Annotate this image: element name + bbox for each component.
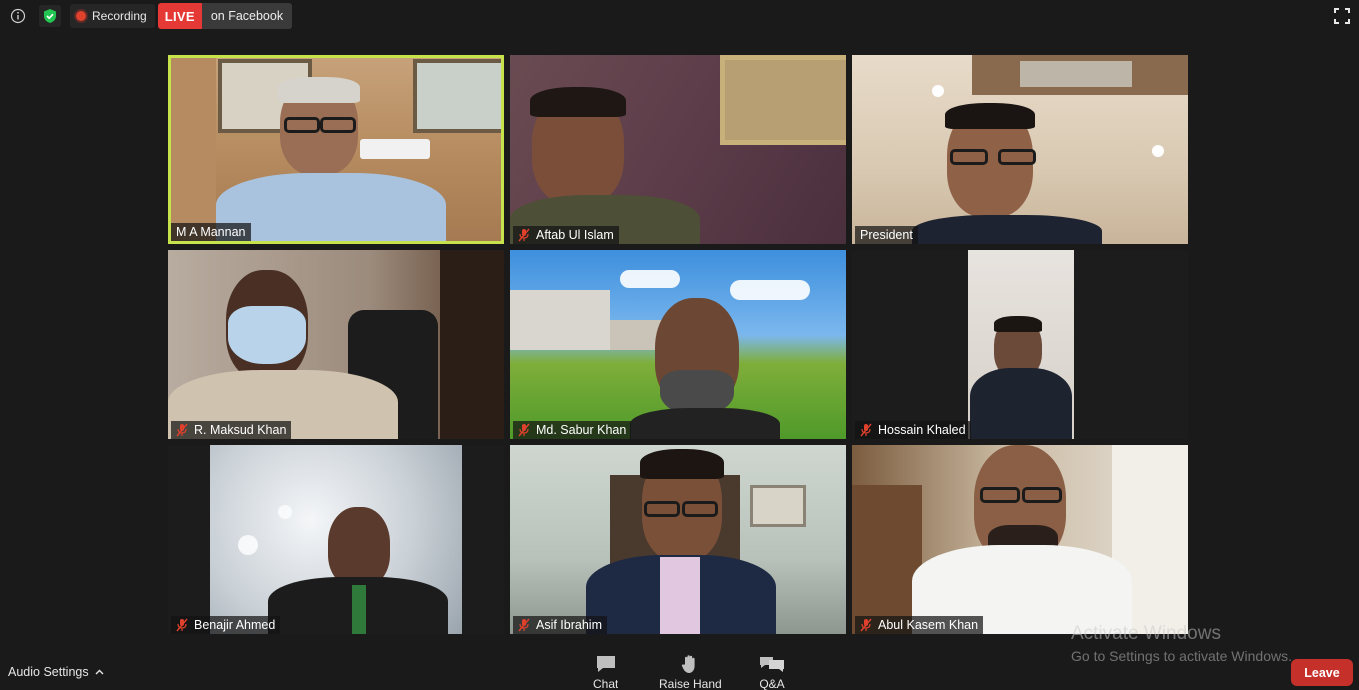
hand-icon xyxy=(682,655,695,673)
chevron-up-icon xyxy=(95,669,104,675)
participant-name: Aftab Ul Islam xyxy=(536,228,614,242)
muted-mic-icon xyxy=(176,618,188,632)
participant-name: M A Mannan xyxy=(176,225,246,239)
live-target: on Facebook xyxy=(201,3,293,29)
video-tile[interactable]: Benajir Ahmed xyxy=(168,445,504,634)
info-icon[interactable] xyxy=(8,6,28,26)
participant-video xyxy=(168,55,504,244)
recording-label: Recording xyxy=(92,9,147,23)
live-stream-indicator[interactable]: LIVE on Facebook xyxy=(157,3,293,29)
muted-mic-icon xyxy=(176,423,188,437)
participant-video xyxy=(168,250,504,439)
chat-button[interactable]: Chat xyxy=(593,654,618,690)
participant-video xyxy=(168,445,504,634)
top-bar: Recording LIVE on Facebook xyxy=(6,3,293,29)
participant-name-tag: President xyxy=(855,226,918,244)
video-tile[interactable]: R. Maksud Khan xyxy=(168,250,504,439)
participant-name: President xyxy=(860,228,913,242)
raise-hand-button[interactable]: Raise Hand xyxy=(659,654,722,690)
fullscreen-icon[interactable] xyxy=(1334,8,1350,24)
chat-icon xyxy=(596,656,615,672)
participant-name-tag: Md. Sabur Khan xyxy=(513,421,632,439)
participant-video xyxy=(852,55,1188,244)
participant-name-tag: Aftab Ul Islam xyxy=(513,226,619,244)
record-icon xyxy=(76,11,86,21)
participant-name-tag: R. Maksud Khan xyxy=(171,421,292,439)
participant-video xyxy=(852,445,1188,634)
video-tile[interactable]: M A Mannan xyxy=(168,55,504,244)
muted-mic-icon xyxy=(518,228,530,242)
audio-settings-label: Audio Settings xyxy=(8,665,89,679)
live-badge: LIVE xyxy=(157,3,202,29)
watermark-title: Activate Windows xyxy=(1071,623,1221,644)
video-tile[interactable]: Asif Ibrahim xyxy=(510,445,846,634)
video-tile[interactable]: Abul Kasem Khan xyxy=(852,445,1188,634)
participant-name-tag: Abul Kasem Khan xyxy=(855,616,984,634)
participant-name-tag: M A Mannan xyxy=(171,223,251,241)
video-gallery: M A Mannan Aftab Ul Islam President R. M… xyxy=(168,55,1194,634)
video-tile[interactable]: Md. Sabur Khan xyxy=(510,250,846,439)
participant-video xyxy=(852,250,1188,439)
chat-label: Chat xyxy=(593,677,619,690)
participant-name-tag: Hossain Khaled xyxy=(855,421,971,439)
video-tile[interactable]: President xyxy=(852,55,1188,244)
participant-name: Md. Sabur Khan xyxy=(536,423,627,437)
participant-name: Abul Kasem Khan xyxy=(878,618,979,632)
recording-indicator[interactable]: Recording xyxy=(70,4,155,28)
leave-button[interactable]: Leave xyxy=(1291,659,1353,686)
participant-video xyxy=(510,55,846,244)
participant-name: R. Maksud Khan xyxy=(194,423,287,437)
muted-mic-icon xyxy=(860,618,872,632)
audio-settings-button[interactable]: Audio Settings xyxy=(8,665,104,679)
watermark-subtitle: Go to Settings to activate Windows. xyxy=(1071,648,1292,664)
qa-button[interactable]: Q&A xyxy=(759,654,785,690)
shield-check-icon[interactable] xyxy=(39,5,61,27)
participant-video xyxy=(510,445,846,634)
qa-label: Q&A xyxy=(759,677,785,690)
participant-name: Benajir Ahmed xyxy=(194,618,276,632)
participant-video xyxy=(510,250,846,439)
participant-name: Asif Ibrahim xyxy=(536,618,602,632)
video-tile[interactable]: Aftab Ul Islam xyxy=(510,55,846,244)
participant-name-tag: Asif Ibrahim xyxy=(513,616,607,634)
video-tile[interactable]: Hossain Khaled xyxy=(852,250,1188,439)
participant-name: Hossain Khaled xyxy=(878,423,966,437)
meeting-window: Recording LIVE on Facebook M A Mannan Af… xyxy=(0,0,1359,690)
muted-mic-icon xyxy=(518,618,530,632)
participant-name-tag: Benajir Ahmed xyxy=(171,616,281,634)
qa-icon xyxy=(760,657,784,672)
muted-mic-icon xyxy=(518,423,530,437)
windows-activation-watermark: Activate Windows Go to Settings to activ… xyxy=(1071,623,1292,664)
raise-hand-label: Raise Hand xyxy=(659,677,722,690)
muted-mic-icon xyxy=(860,423,872,437)
